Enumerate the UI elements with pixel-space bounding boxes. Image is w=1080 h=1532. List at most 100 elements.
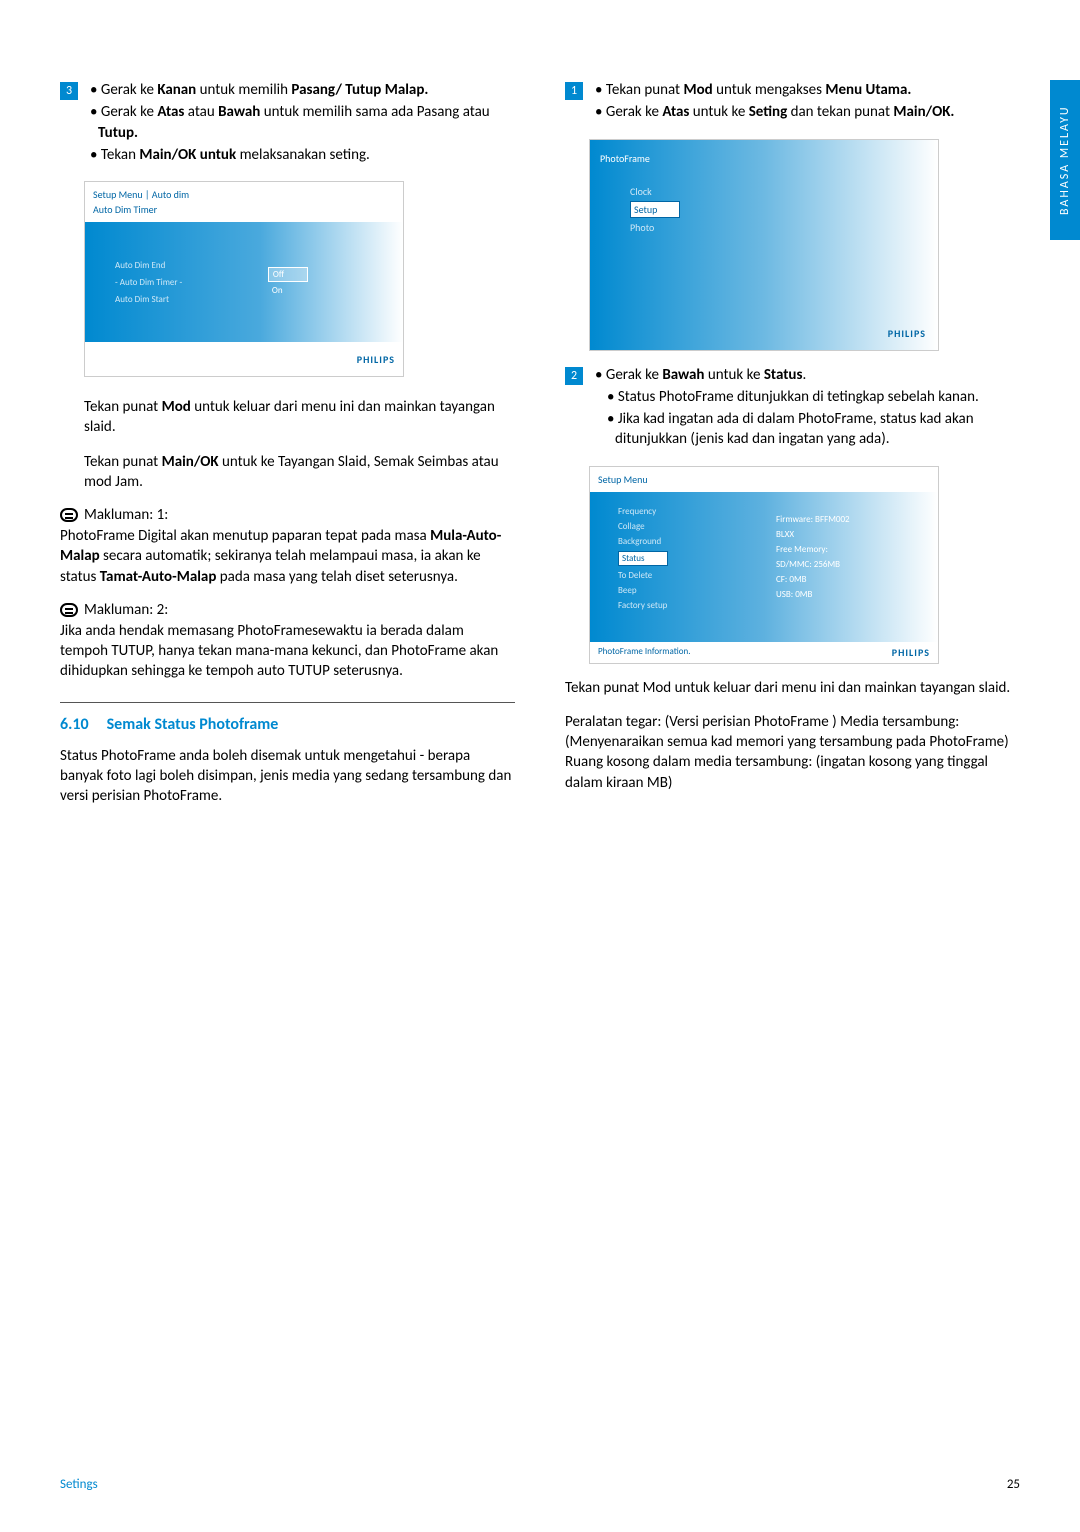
- txt-bold: Atas: [662, 103, 689, 121]
- step-3-line1: Gerak ke Kanan untuk memilih Pasang/ Tut…: [86, 80, 515, 100]
- screen-b-footer: PHILIPS: [880, 324, 934, 346]
- section-6-10-para: Status PhotoFrame anda boleh disemak unt…: [60, 746, 515, 807]
- txt-bold: Mod: [683, 81, 712, 99]
- screen-b-body: PhotoFrame Clock Setup Photo PHILIPS: [590, 140, 938, 350]
- txt-bold: Main/OK: [162, 453, 219, 471]
- footer-section-name: Setings: [60, 1477, 98, 1492]
- note-1-label: Makluman: 1:: [84, 506, 168, 524]
- txt: Gerak ke: [101, 103, 157, 121]
- step-1: 1 Tekan punat Mod untuk mengakses Menu U…: [565, 80, 1020, 125]
- right-para-1: Tekan punat Mod untuk keluar dari menu i…: [565, 678, 1020, 698]
- step-1-number: 1: [565, 82, 583, 100]
- menu-item-clock: Clock: [630, 185, 764, 198]
- txt-bold: Bawah: [218, 103, 260, 121]
- divider: [60, 702, 515, 703]
- txt-bold: Main/OK untuk: [139, 146, 236, 164]
- screen-b-items: Clock Setup Photo: [590, 185, 764, 234]
- screen-a-subheader: Auto Dim Timer: [85, 203, 403, 222]
- para-main-ok: Tekan punat Main/OK untuk ke Tayangan Sl…: [84, 452, 515, 493]
- menu-item: Beep: [618, 585, 764, 596]
- txt-bold: Atas: [157, 103, 184, 121]
- page-footer: Setings 25: [60, 1477, 1020, 1492]
- txt: PhotoFrame Digital akan menutup paparan …: [60, 527, 430, 545]
- step-2-line2: Status PhotoFrame ditunjukkan di tetingk…: [591, 387, 1020, 407]
- txt: Tekan punat: [84, 398, 162, 416]
- menu-item: Auto Dim End: [115, 260, 260, 271]
- txt: untuk memilih sama ada Pasang atau: [260, 103, 489, 121]
- screenshot-auto-dim: Setup Menu | Auto dim Auto Dim Timer Aut…: [84, 181, 404, 377]
- screen-b-title: PhotoFrame: [590, 152, 764, 165]
- screenshot-main-menu: PhotoFrame Clock Setup Photo PHILIPS: [589, 139, 939, 351]
- txt: Gerak ke: [101, 81, 157, 99]
- step-1-line1: Tekan punat Mod untuk mengakses Menu Uta…: [591, 80, 1020, 100]
- step-3-line3: Tekan Main/OK untuk melaksanakan seting.: [86, 145, 515, 165]
- right-column: 1 Tekan punat Mod untuk mengakses Menu U…: [565, 80, 1020, 810]
- section-6-10-title: 6.10 Semak Status Photoframe: [60, 715, 515, 734]
- para-exit-mode: Tekan punat Mod untuk keluar dari menu i…: [84, 397, 515, 438]
- option-on: On: [268, 284, 308, 297]
- screen-a-left-pane: Auto Dim End - Auto Dim Timer - Auto Dim…: [85, 222, 260, 342]
- screen-a-header: Setup Menu | Auto dim: [85, 182, 403, 203]
- menu-item: Auto Dim Start: [115, 294, 260, 305]
- txt-bold: Seting: [749, 103, 787, 121]
- info-item: CF: 0MB: [776, 574, 938, 585]
- menu-item: Background: [618, 536, 764, 547]
- txt: atau: [184, 103, 218, 121]
- txt: untuk memilih: [196, 81, 291, 99]
- philips-logo: PHILIPS: [888, 327, 926, 340]
- txt-bold: Tamat-Auto-Malap: [100, 568, 217, 586]
- step-3-number: 3: [60, 82, 78, 100]
- txt: Gerak ke: [606, 366, 662, 384]
- note-icon: [60, 603, 78, 617]
- info-item: SD/MMC: 256MB: [776, 559, 938, 570]
- menu-item: Factory setup: [618, 600, 764, 611]
- note-icon: [60, 508, 78, 522]
- txt-bold: Main/OK.: [893, 103, 954, 121]
- menu-item-status: Status: [618, 551, 668, 566]
- screen-a-body: Auto Dim End - Auto Dim Timer - Auto Dim…: [85, 222, 403, 342]
- note-2-body: Jika anda hendak memasang PhotoFramesewa…: [60, 621, 515, 682]
- right-para-2: Peralatan tegar: (Versi perisian PhotoFr…: [565, 712, 1020, 793]
- language-tab: BAHASA MELAYU: [1050, 80, 1080, 240]
- note-1-body: PhotoFrame Digital akan menutup paparan …: [60, 526, 515, 587]
- step-2-line1: Gerak ke Bawah untuk ke Status.: [591, 365, 1020, 385]
- txt-bold: Tutup.: [98, 124, 138, 142]
- menu-item-photo: Photo: [630, 221, 764, 234]
- menu-item: - Auto Dim Timer -: [115, 277, 260, 288]
- txt: pada masa yang telah diset seterusnya.: [216, 568, 458, 586]
- note-2-label: Makluman: 2:: [84, 601, 168, 619]
- txt-bold: Mod: [162, 398, 191, 416]
- menu-item: Collage: [618, 521, 764, 532]
- step-1-line2: Gerak ke Atas untuk ke Seting dan tekan …: [591, 102, 1020, 122]
- info-item: Firmware: BFFM002: [776, 514, 938, 525]
- info-item: BLXX: [776, 529, 938, 540]
- screen-c-right-pane: Firmware: BFFM002 BLXX Free Memory: SD/M…: [764, 492, 938, 642]
- footer-page-number: 25: [1007, 1477, 1020, 1492]
- txt: dan tekan punat: [787, 103, 893, 121]
- note-2-head: Makluman: 2:: [60, 601, 515, 619]
- note-1-head: Makluman: 1:: [60, 506, 515, 524]
- screen-a-footer: PHILIPS: [85, 342, 403, 376]
- txt: melaksanakan seting.: [236, 146, 370, 164]
- txt-bold: Status: [764, 366, 803, 384]
- screen-c-body: Frequency Collage Background Status To D…: [590, 492, 938, 642]
- left-column: 3 Gerak ke Kanan untuk memilih Pasang/ T…: [60, 80, 515, 810]
- screen-c-footer: PhotoFrame Information. PHILIPS: [590, 642, 938, 663]
- menu-item: Frequency: [618, 506, 764, 517]
- philips-logo: PHILIPS: [892, 646, 930, 659]
- section-heading: Semak Status Photoframe: [107, 715, 279, 734]
- screen-b-right-pane: PHILIPS: [764, 140, 938, 350]
- txt: untuk ke: [689, 103, 748, 121]
- txt-bold: Menu Utama.: [825, 81, 911, 99]
- screenshot-setup-menu: Setup Menu Frequency Collage Background …: [589, 466, 939, 664]
- txt: Tekan punat: [84, 453, 162, 471]
- txt: untuk ke: [704, 366, 763, 384]
- step-1-body: Tekan punat Mod untuk mengakses Menu Uta…: [591, 80, 1020, 125]
- screen-c-header: Setup Menu: [590, 467, 938, 492]
- section-number: 6.10: [60, 715, 89, 734]
- txt: untuk mengakses: [713, 81, 826, 99]
- step-2-number: 2: [565, 367, 583, 385]
- step-2-line3: Jika kad ingatan ada di dalam PhotoFrame…: [591, 409, 1020, 450]
- txt: Gerak ke: [606, 103, 662, 121]
- step-3: 3 Gerak ke Kanan untuk memilih Pasang/ T…: [60, 80, 515, 167]
